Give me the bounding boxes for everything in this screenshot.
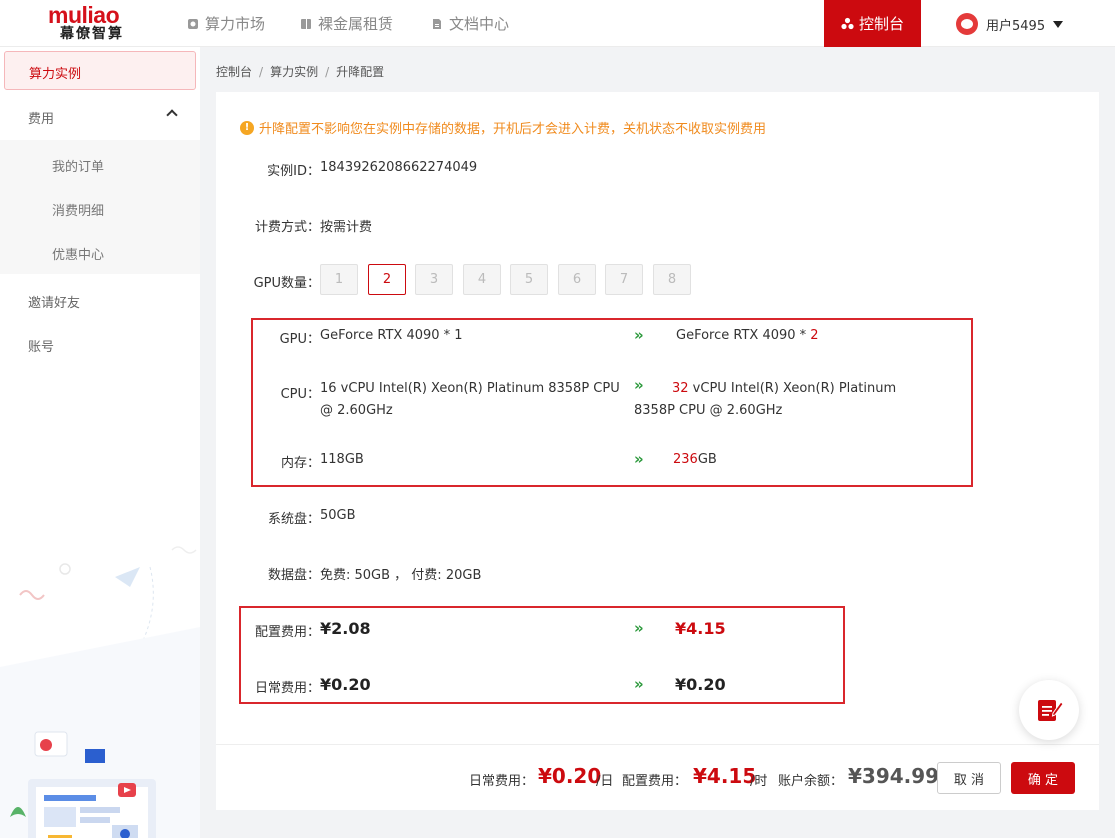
footer-config-unit: /时 bbox=[750, 774, 768, 789]
gpu-spec-new: GeForce RTX 4090 * 2 bbox=[676, 328, 819, 343]
billing-value: 按需计费 bbox=[320, 220, 373, 235]
caret-down-icon bbox=[1053, 20, 1064, 28]
server-icon bbox=[301, 18, 311, 29]
sidebar-item-consumption[interactable]: 消费明细 bbox=[52, 200, 104, 219]
daily-fee-new: ¥0.20 bbox=[675, 675, 726, 694]
document-icon bbox=[433, 18, 441, 29]
notice: ! 升降配置不影响您在实例中存储的数据，开机后才会进入计费，关机状态不收取实例费… bbox=[240, 118, 766, 137]
breadcrumb-console[interactable]: 控制台 bbox=[216, 65, 252, 79]
sidebar-item-coupons[interactable]: 优惠中心 bbox=[52, 244, 104, 263]
gpu-option-6[interactable]: 6 bbox=[558, 264, 596, 295]
instance-id-label: 实例ID： bbox=[267, 164, 320, 179]
gpu-option-1[interactable]: 1 bbox=[320, 264, 358, 295]
top-bar: muliao 幕僚智算 算力市场 裸金属租赁 文档中心 控制台 用户5495 bbox=[0, 0, 1115, 47]
gpu-option-4[interactable]: 4 bbox=[463, 264, 501, 295]
config-fee-new: ¥4.15 bbox=[675, 619, 726, 638]
notice-text: 升降配置不影响您在实例中存储的数据，开机后才会进入计费，关机状态不收取实例费用 bbox=[259, 122, 767, 137]
config-fee-label: 配置费用： bbox=[254, 625, 320, 640]
nav-label: 裸金属租赁 bbox=[318, 15, 394, 33]
system-disk-label: 系统盘： bbox=[267, 512, 320, 527]
footer-config-price: ¥4.15 bbox=[693, 764, 757, 788]
arrow-right-icon: » bbox=[634, 619, 644, 637]
cancel-button[interactable]: 取 消 bbox=[937, 762, 1001, 794]
daily-fee-label: 日常费用： bbox=[254, 681, 320, 696]
gpu-option-3[interactable]: 3 bbox=[415, 264, 453, 295]
sidebar-item-fees[interactable]: 费用 bbox=[28, 108, 54, 127]
nav-bare-metal[interactable]: 裸金属租赁 bbox=[300, 13, 393, 34]
gpu-option-2[interactable]: 2 bbox=[368, 264, 406, 295]
chevron-up-icon[interactable] bbox=[166, 109, 178, 121]
logo-subtitle: 幕僚智算 bbox=[60, 26, 124, 42]
mem-spec-old: 118GB bbox=[320, 452, 364, 467]
user-menu[interactable]: 用户5495 bbox=[956, 13, 1064, 35]
breadcrumb-current: 升降配置 bbox=[336, 65, 385, 79]
footer-bar: 日常费用： ¥0.20 /日 配置费用： ¥4.15 /时 账户余额： ¥394… bbox=[216, 745, 1099, 810]
data-disk-label: 数据盘： bbox=[267, 568, 320, 583]
config-fee-old: ¥2.08 bbox=[320, 619, 371, 638]
gpu-option-7[interactable]: 7 bbox=[605, 264, 643, 295]
footer-balance-label: 账户余额： bbox=[778, 774, 844, 789]
logo-text: muliao bbox=[48, 2, 120, 28]
gpu-count-label: GPU数量： bbox=[253, 276, 320, 291]
mem-spec-new-unit: GB bbox=[697, 452, 717, 467]
cpu-spec-old: 16 vCPU Intel(R) Xeon(R) Platinum 8358P … bbox=[320, 381, 620, 418]
gpu-spec-new-model: GeForce RTX 4090 * bbox=[676, 328, 811, 343]
instance-id-value: 1843926208662274049 bbox=[320, 160, 478, 175]
billing-label: 计费方式： bbox=[254, 220, 320, 235]
sidebar-illustration bbox=[0, 546, 200, 838]
sidebar-item-orders[interactable]: 我的订单 bbox=[52, 156, 104, 175]
nav-label: 算力市场 bbox=[205, 15, 266, 33]
nav-compute-market[interactable]: 算力市场 bbox=[187, 13, 265, 34]
footer-daily-unit: /日 bbox=[596, 774, 614, 789]
arrow-right-icon: » bbox=[634, 675, 644, 693]
nav-docs[interactable]: 文档中心 bbox=[431, 13, 509, 34]
sidebar: 算力实例 费用 我的订单 消费明细 优惠中心 邀请好友 账号 bbox=[0, 47, 200, 838]
footer-daily-label: 日常费用： bbox=[469, 774, 535, 789]
feedback-float-button[interactable] bbox=[1019, 680, 1079, 740]
confirm-button[interactable]: 确 定 bbox=[1011, 762, 1075, 794]
gpu-spec-old: GeForce RTX 4090 * 1 bbox=[320, 328, 463, 343]
nav-label: 文档中心 bbox=[449, 15, 510, 33]
system-disk-value: 50GB bbox=[320, 508, 356, 523]
gpu-spec-new-count: 2 bbox=[810, 328, 819, 343]
cpu-spec-new: 32 vCPU Intel(R) Xeon(R) Platinum 8358P … bbox=[634, 378, 934, 422]
breadcrumb: 控制台 / 算力实例 / 升降配置 bbox=[216, 65, 385, 79]
cpu-spec-new-count: 32 bbox=[672, 381, 689, 396]
sidebar-item-invite[interactable]: 邀请好友 bbox=[28, 292, 80, 311]
mem-spec-new: 236GB bbox=[673, 452, 717, 467]
footer-balance-value: ¥394.99 bbox=[848, 764, 940, 788]
gpu-option-8[interactable]: 8 bbox=[653, 264, 691, 295]
footer-daily-price: ¥0.20 bbox=[538, 764, 602, 788]
breadcrumb-instances[interactable]: 算力实例 bbox=[270, 65, 318, 79]
edit-note-icon bbox=[1038, 700, 1063, 721]
console-label: 控制台 bbox=[858, 15, 904, 33]
upgrade-panel: ! 升降配置不影响您在实例中存储的数据，开机后才会进入计费，关机状态不收取实例费… bbox=[216, 92, 1099, 810]
footer-config-label: 配置费用： bbox=[622, 774, 688, 789]
mem-spec-new-number: 236 bbox=[673, 452, 698, 467]
console-button[interactable]: 控制台 bbox=[824, 0, 921, 47]
cluster-icon bbox=[841, 17, 854, 30]
user-name: 用户5495 bbox=[986, 18, 1046, 34]
gpu-spec-label: GPU： bbox=[279, 332, 320, 347]
logo[interactable]: muliao 幕僚智算 bbox=[48, 3, 134, 45]
warning-icon: ! bbox=[240, 120, 254, 135]
sidebar-item-compute-instance[interactable]: 算力实例 bbox=[4, 51, 196, 90]
mem-spec-label: 内存： bbox=[280, 456, 320, 471]
gpu-option-5[interactable]: 5 bbox=[510, 264, 548, 295]
avatar bbox=[956, 13, 978, 35]
sidebar-item-account[interactable]: 账号 bbox=[28, 336, 54, 355]
cube-icon bbox=[188, 18, 198, 29]
arrow-right-icon: » bbox=[634, 450, 644, 468]
data-disk-value: 免费: 50GB ， 付费: 20GB bbox=[320, 568, 482, 583]
daily-fee-old: ¥0.20 bbox=[320, 675, 371, 694]
cpu-spec-label: CPU： bbox=[280, 387, 320, 402]
arrow-right-icon: » bbox=[634, 326, 644, 344]
